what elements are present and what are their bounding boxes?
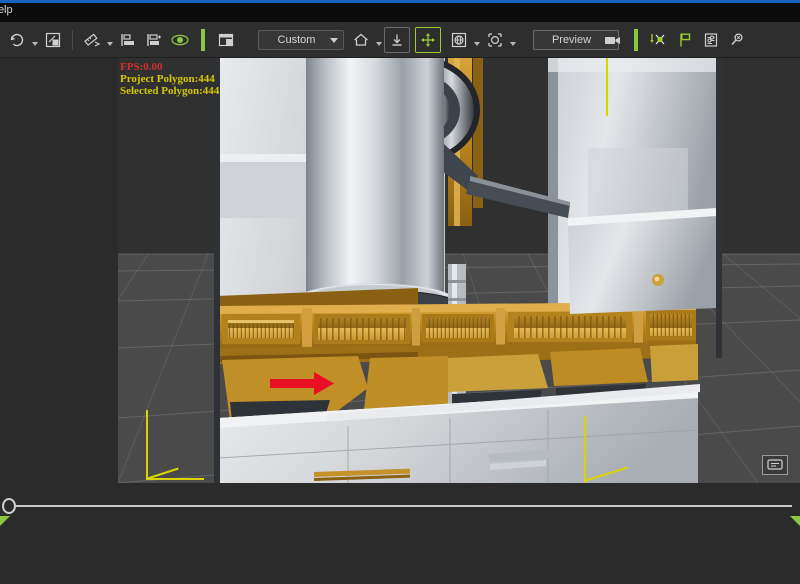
home-caret-icon[interactable] [374,27,384,53]
menu-item-help[interactable]: Help [0,4,13,16]
toolbar-green-separator-2 [634,29,638,51]
viewport-label-button[interactable] [762,455,788,475]
import-icon[interactable] [384,27,410,53]
move-gizmo-icon[interactable] [415,27,441,53]
home-icon[interactable] [348,27,374,53]
select-region-caret-icon[interactable] [508,27,518,53]
timeline-range-start-marker[interactable] [0,516,10,526]
viewport-stat-selected-polygon: Selected Polygon:444 [120,85,220,97]
main-toolbar: Custom Preview [0,22,800,58]
viewport-stat-project-polygon: Project Polygon:444 [120,73,215,85]
toolbar-separator [72,30,73,50]
select-region-icon[interactable] [482,27,508,53]
layout-panel-icon[interactable] [213,27,239,53]
viewport-left-gutter [0,58,118,483]
properties-icon[interactable] [698,27,724,53]
timeline-range-end-marker[interactable] [790,516,800,526]
orbit-caret-icon[interactable] [472,27,482,53]
undo-rotate-caret-icon[interactable] [30,27,40,53]
transport-bar: Realtime [0,528,800,584]
measure-icon[interactable] [79,27,105,53]
timeline-track[interactable] [10,505,792,507]
red-arrow-annotation [270,372,334,395]
measure-caret-icon[interactable] [105,27,115,53]
timeline-bar[interactable] [0,483,800,528]
viewport-stat-fps: FPS:0.00 [120,61,163,73]
fit-selected-icon[interactable] [40,27,66,53]
model-3d-render [214,58,722,483]
orbit-icon[interactable] [446,27,472,53]
align-left-icon[interactable] [115,27,141,53]
link-icon[interactable] [724,27,750,53]
application-window: Help [0,0,800,584]
timeline-scrubber-handle[interactable] [2,498,16,514]
camera-icon[interactable] [600,27,626,53]
eye-visibility-icon[interactable] [167,27,193,53]
undo-rotate-icon[interactable] [4,27,30,53]
viewport-preset-value: Custom [277,34,316,46]
viewport-3d[interactable]: FPS:0.00 Project Polygon:444 Selected Po… [118,58,800,483]
render-setup-icon[interactable] [646,27,672,53]
toolbar-green-separator [201,29,205,51]
chevron-down-icon [330,37,338,43]
viewport-stats-overlay: FPS:0.00 Project Polygon:444 Selected Po… [120,61,219,97]
axis-gizmo-top [606,58,608,116]
render-mode-value: Preview [551,34,592,46]
viewport-preset-dropdown[interactable]: Custom [258,30,344,50]
flag-icon[interactable] [672,27,698,53]
menu-bar: Help [0,3,800,22]
align-distribute-icon[interactable] [141,27,167,53]
